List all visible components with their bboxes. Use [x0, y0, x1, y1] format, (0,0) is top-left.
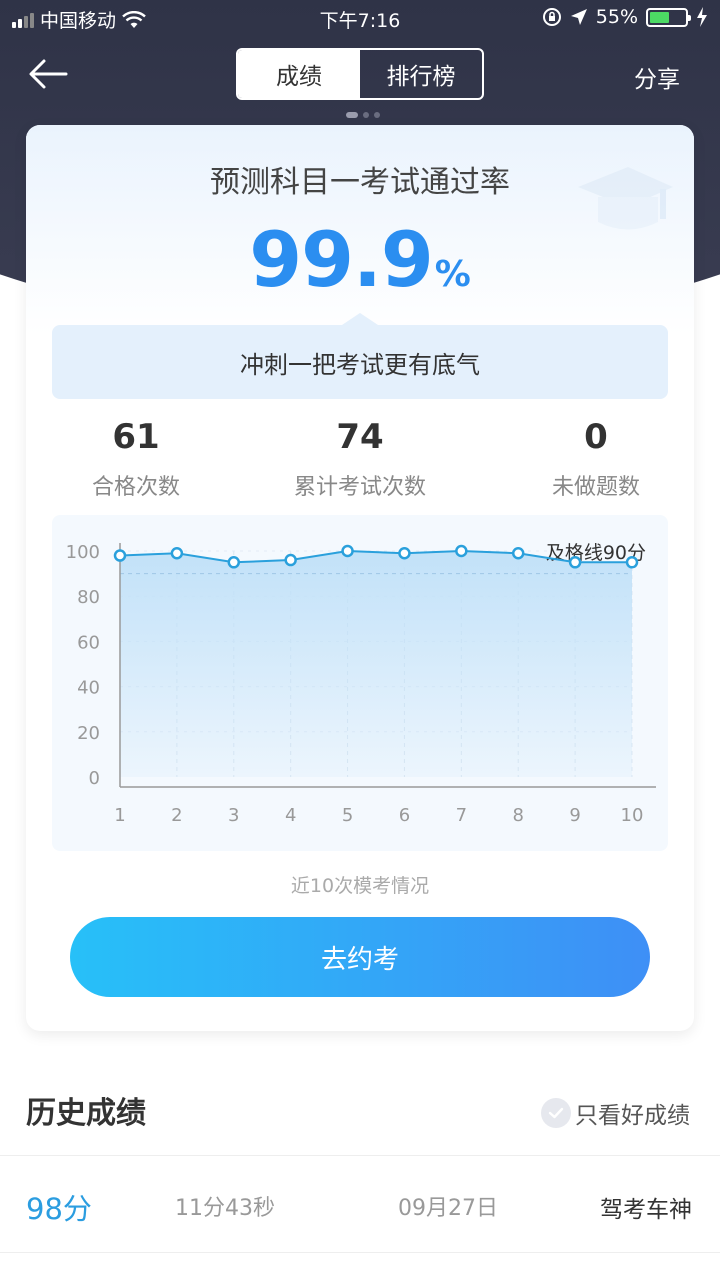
divider — [0, 1252, 720, 1253]
y-tick-label: 40 — [77, 678, 100, 699]
chart-caption: 近10次模考情况 — [290, 875, 430, 897]
data-point — [625, 556, 639, 569]
history-date: 09月27日 — [398, 1196, 498, 1221]
stat-value: 0 — [584, 417, 608, 457]
charging-icon — [697, 7, 707, 27]
y-tick-label: 0 — [89, 768, 100, 789]
y-tick-label: 100 — [66, 542, 100, 563]
stat-undone: 0 未做题数 — [486, 417, 694, 501]
tab-ranking[interactable]: 排行榜 — [360, 50, 482, 98]
stat-value: 74 — [336, 417, 384, 457]
data-point — [113, 549, 127, 562]
history-duration: 11分43秒 — [175, 1196, 275, 1221]
history-title: 历史成绩 — [26, 1096, 146, 1131]
x-tick-label: 9 — [569, 805, 580, 826]
segmented-tabs: 成绩 排行榜 — [236, 48, 484, 100]
pass-rate-value: 99.9 — [249, 215, 434, 304]
card-title: 预测科目一考试通过率 — [210, 165, 510, 200]
good-scores-filter[interactable]: 只看好成绩 — [541, 1096, 690, 1130]
x-tick-label: 1 — [114, 805, 125, 826]
page-indicator — [346, 112, 380, 118]
x-tick-label: 10 — [621, 805, 644, 826]
x-tick-label: 3 — [228, 805, 239, 826]
x-tick-label: 4 — [285, 805, 296, 826]
filter-label[interactable]: 只看好成绩 — [575, 1096, 690, 1130]
status-bar: 中国移动 下午7:16 55% — [0, 0, 720, 36]
back-arrow-icon[interactable] — [28, 58, 68, 90]
data-point — [341, 544, 354, 558]
y-tick-label: 60 — [77, 632, 100, 653]
battery-percent: 55% — [595, 6, 638, 28]
history-title-badge: 驾考车神 — [600, 1197, 692, 1223]
location-icon — [570, 9, 587, 25]
x-tick-label: 7 — [456, 805, 467, 826]
score-chart-svg: 及格线90分0204060801001 2 3 4 5 6 7 8 9 10 — [66, 542, 656, 826]
data-point — [568, 556, 582, 569]
data-point — [511, 547, 525, 560]
history-score: 98分 — [26, 1192, 92, 1226]
data-point — [398, 547, 411, 560]
y-tick-label: 20 — [77, 723, 100, 744]
data-point — [170, 547, 184, 560]
top-nav: 成绩 排行榜 分享 — [0, 44, 720, 104]
stat-label: 合格次数 — [91, 475, 180, 500]
stat-label: 未做题数 — [551, 475, 640, 500]
x-tick-label: 2 — [171, 805, 182, 826]
book-exam-button[interactable]: 去约考 — [70, 917, 650, 997]
stat-label: 累计考试次数 — [293, 475, 426, 500]
data-point — [455, 544, 468, 558]
rotation-lock-icon — [542, 8, 561, 26]
x-tick-label: 8 — [512, 805, 523, 826]
tab-scores[interactable]: 成绩 — [238, 50, 360, 98]
share-button[interactable]: 分享 — [634, 60, 680, 94]
stat-value: 61 — [112, 417, 160, 457]
prediction-card: 预测科目一考试通过率 99.9% 冲刺一把考试更有底气 61 合格次数 74 累… — [26, 125, 694, 1031]
score-chart: 及格线90分 0 20 40 60 80 100 1 2 3 4 5 6 7 8 9 10 — [52, 515, 668, 851]
history-row[interactable]: 98分 11分43秒 09月27日 驾考车神 — [0, 1160, 720, 1250]
stats-row: 61 合格次数 74 累计考试次数 0 未做题数 — [26, 417, 694, 507]
pass-rate-unit: % — [434, 254, 471, 295]
stat-total-exams: 74 累计考试次数 — [250, 417, 470, 501]
motivation-banner: 冲刺一把考试更有底气 — [52, 313, 668, 399]
pass-rate: 99.9% — [26, 215, 694, 304]
x-tick-label: 5 — [342, 805, 353, 826]
x-tick-label: 6 — [399, 805, 410, 826]
score-area — [120, 551, 632, 777]
data-point — [227, 556, 241, 569]
divider — [0, 1155, 720, 1156]
data-point — [284, 553, 297, 567]
battery-icon — [646, 7, 691, 27]
check-icon[interactable] — [541, 1098, 571, 1128]
y-tick-label: 80 — [77, 587, 100, 608]
stat-pass-count: 61 合格次数 — [26, 417, 246, 501]
